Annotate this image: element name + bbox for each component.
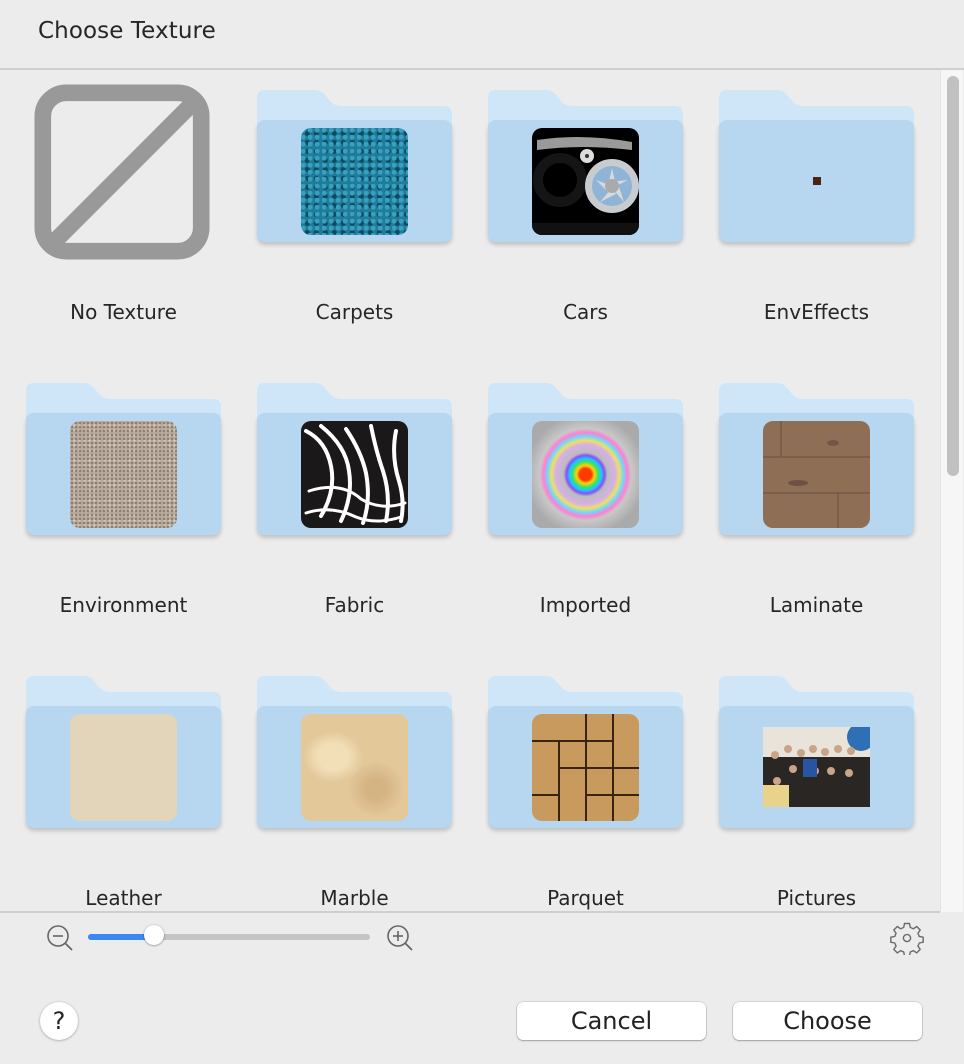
fabric-preview xyxy=(301,421,408,528)
pictures-preview xyxy=(763,727,870,807)
dialog-title: Choose Texture xyxy=(38,18,216,44)
folder-icon xyxy=(26,676,221,830)
grid-item-carpets[interactable]: Carpets xyxy=(257,70,467,350)
item-label: Parquet xyxy=(547,886,624,910)
folder-icon xyxy=(719,90,914,244)
item-label: Pictures xyxy=(776,886,857,910)
folder-icon xyxy=(488,90,683,244)
item-label: Imported xyxy=(539,593,632,617)
enveffects-preview xyxy=(813,177,821,185)
cancel-button[interactable]: Cancel xyxy=(517,1002,706,1040)
gear-icon[interactable] xyxy=(890,921,924,955)
choose-button[interactable]: Choose xyxy=(733,1002,922,1040)
grid-item-fabric[interactable]: Fabric xyxy=(257,363,467,643)
item-label: Leather xyxy=(85,886,162,910)
laminate-preview xyxy=(763,421,870,528)
zoom-slider-knob[interactable] xyxy=(144,925,164,945)
folder-icon xyxy=(257,90,452,244)
grid-item-cars[interactable]: Cars xyxy=(488,70,698,350)
environment-preview xyxy=(70,421,177,528)
grid-bottom-divider xyxy=(0,911,940,913)
item-label: Laminate xyxy=(769,593,864,617)
vertical-scrollbar[interactable] xyxy=(940,70,963,912)
folder-icon xyxy=(26,383,221,537)
folder-icon xyxy=(488,676,683,830)
grid-item-marble[interactable]: Marble xyxy=(257,656,467,912)
item-label: Fabric xyxy=(324,593,385,617)
grid-item-parquet[interactable]: Parquet xyxy=(488,656,698,912)
scrollbar-thumb[interactable] xyxy=(947,76,959,476)
help-button[interactable]: ? xyxy=(40,1002,78,1040)
grid-item-environment[interactable]: Environment xyxy=(26,363,236,643)
carpets-preview xyxy=(301,128,408,235)
grid-item-leather[interactable]: Leather xyxy=(26,656,236,912)
texture-grid: No Texture Carpets Cars EnvEffects Envir… xyxy=(0,70,940,912)
item-label: No Texture xyxy=(70,300,177,324)
item-label: Cars xyxy=(563,300,608,324)
grid-item-pictures[interactable]: Pictures xyxy=(719,656,929,912)
leather-preview xyxy=(70,714,177,821)
folder-icon xyxy=(257,676,452,830)
folder-icon xyxy=(719,676,914,830)
zoom-slider[interactable] xyxy=(88,925,370,945)
grid-item-imported[interactable]: Imported xyxy=(488,363,698,643)
imported-preview xyxy=(532,421,639,528)
folder-icon xyxy=(257,383,452,537)
no-texture-icon xyxy=(34,84,210,260)
marble-preview xyxy=(301,714,408,821)
zoom-out-icon[interactable] xyxy=(45,923,75,953)
parquet-preview xyxy=(532,714,639,821)
folder-icon xyxy=(488,383,683,537)
grid-item-no-texture[interactable]: No Texture xyxy=(26,70,236,350)
item-label: Carpets xyxy=(315,300,394,324)
item-label: Environment xyxy=(59,593,188,617)
zoom-in-icon[interactable] xyxy=(385,923,415,953)
item-label: Marble xyxy=(320,886,389,910)
grid-item-enveffects[interactable]: EnvEffects xyxy=(719,70,929,350)
item-label: EnvEffects xyxy=(763,300,870,324)
cars-preview xyxy=(532,128,639,235)
folder-icon xyxy=(719,383,914,537)
grid-item-laminate[interactable]: Laminate xyxy=(719,363,929,643)
